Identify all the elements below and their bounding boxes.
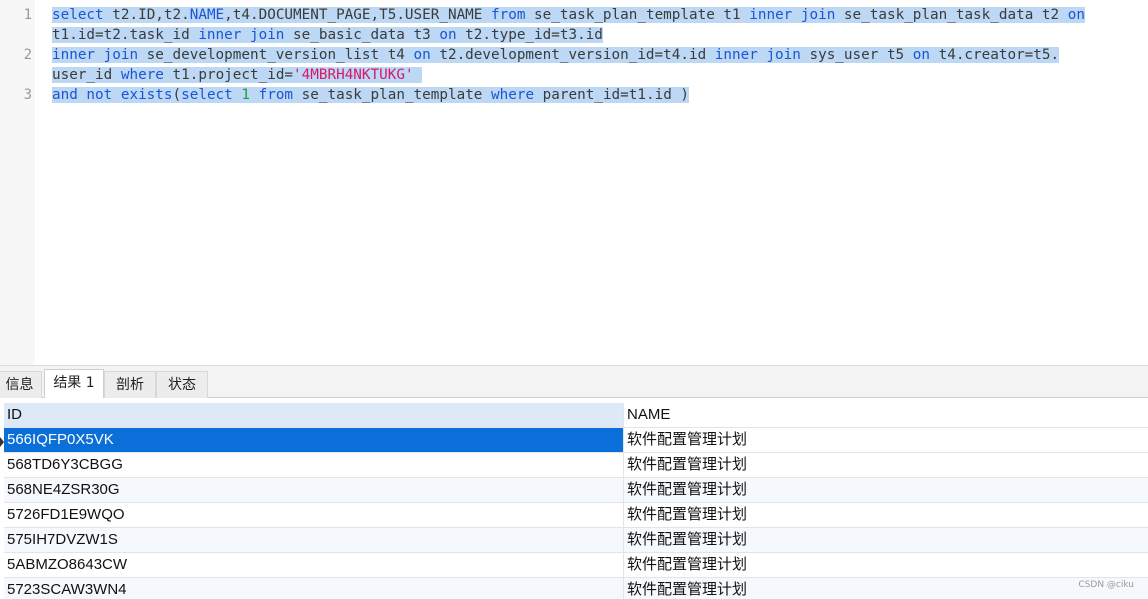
sql-keyword: on (912, 47, 930, 63)
line-number-gutter: 1 2 3 (0, 0, 35, 365)
cell-id[interactable]: 566IQFP0X5VK (4, 428, 624, 452)
table-row[interactable]: 5723SCAW3WN4 软件配置管理计划 (4, 578, 1148, 599)
selected-text: select t2.ID,t2.NAME,t4.DOCUMENT_PAGE,T5… (52, 7, 1085, 23)
cell-id[interactable]: 5723SCAW3WN4 (4, 578, 624, 599)
sql-keyword: where (491, 87, 535, 103)
sql-keyword: NAME (189, 7, 225, 23)
sql-code[interactable]: select t2.ID,t2.NAME,t4.DOCUMENT_PAGE,T5… (52, 5, 1148, 105)
result-grid[interactable]: ID NAME 566IQFP0X5VK 软件配置管理计划 568TD6Y3CB… (0, 398, 1148, 599)
sql-line[interactable]: inner join se_development_version_list t… (52, 45, 1148, 65)
cell-name[interactable]: 软件配置管理计划 (624, 503, 1148, 527)
cell-id[interactable]: 5726FD1E9WQO (4, 503, 624, 527)
cell-id[interactable]: 5ABMZO8643CW (4, 553, 624, 577)
sql-token: ,t4.DOCUMENT_PAGE,T5.USER_NAME (224, 7, 492, 23)
selected-text: user_id where t1.project_id='4MBRH4NKTUK… (52, 67, 423, 83)
selected-text: and not exists(select 1 from se_task_pla… (52, 87, 690, 103)
table-row[interactable]: 566IQFP0X5VK 软件配置管理计划 (4, 428, 1148, 453)
cell-id[interactable]: 568NE4ZSR30G (4, 478, 624, 502)
cell-name[interactable]: 软件配置管理计划 (624, 478, 1148, 502)
cell-id[interactable]: 575IH7DVZW1S (4, 528, 624, 552)
sql-token: t2.type_id=t3.id (456, 27, 603, 43)
table-row[interactable]: 5ABMZO8643CW 软件配置管理计划 (4, 553, 1148, 578)
tab-status[interactable]: 状态 (156, 371, 208, 399)
sql-keyword: where (120, 67, 164, 83)
sql-token: se_basic_data t3 (284, 27, 440, 43)
sql-token: se_task_plan_template t1 (525, 7, 750, 23)
cell-name[interactable]: 软件配置管理计划 (624, 428, 1148, 452)
sql-keyword: inner join (714, 47, 801, 63)
sql-token: se_task_plan_task_data t2 (835, 7, 1068, 23)
cell-name[interactable]: 软件配置管理计划 (624, 553, 1148, 577)
sql-keyword: on (1067, 7, 1085, 23)
sql-keyword: on (413, 47, 431, 63)
sql-keyword: select (52, 7, 104, 23)
sql-line[interactable]: user_id where t1.project_id='4MBRH4NKTUK… (52, 65, 1148, 85)
sql-line[interactable]: and not exists(select 1 from se_task_pla… (52, 85, 1148, 105)
sql-token: se_task_plan_template (293, 87, 492, 103)
tab-profile[interactable]: 剖析 (104, 371, 156, 399)
line-number: 3 (23, 87, 32, 103)
sql-token: t2.ID,t2. (103, 7, 190, 23)
column-header-id[interactable]: ID (4, 403, 624, 427)
table-row[interactable]: 568NE4ZSR30G 软件配置管理计划 (4, 478, 1148, 503)
sql-keyword: from (258, 87, 294, 103)
sql-token: sys_user t5 (800, 47, 913, 63)
sql-token: ( (172, 87, 182, 103)
tab-result-1[interactable]: 结果 1 (44, 369, 104, 399)
sql-string: '4MBRH4NKTUKG' (293, 67, 414, 83)
table-row[interactable]: 575IH7DVZW1S 软件配置管理计划 (4, 528, 1148, 553)
cell-id[interactable]: 568TD6Y3CBGG (4, 453, 624, 477)
table-row[interactable]: 568TD6Y3CBGG 软件配置管理计划 (4, 453, 1148, 478)
sql-token: t4.creator=t5. (930, 47, 1060, 63)
sql-token: user_id (52, 67, 121, 83)
row-cursor-icon (0, 437, 4, 447)
watermark: CSDN @ciku (1078, 580, 1134, 590)
sql-line[interactable]: t1.id=t2.task_id inner join se_basic_dat… (52, 25, 1148, 45)
line-number: 2 (23, 47, 32, 63)
column-header-name[interactable]: NAME (624, 403, 1148, 427)
selected-text: inner join se_development_version_list t… (52, 47, 1060, 63)
sql-line[interactable]: select t2.ID,t2.NAME,t4.DOCUMENT_PAGE,T5… (52, 5, 1148, 25)
sql-keyword: and not exists (52, 87, 173, 103)
result-tab-strip: 信息 结果 1 剖析 状态 (0, 365, 1148, 399)
table-row[interactable]: 5726FD1E9WQO 软件配置管理计划 (4, 503, 1148, 528)
sql-token: parent_id=t1.id ) (534, 87, 690, 103)
sql-number: 1 (241, 87, 250, 103)
selected-text: t1.id=t2.task_id inner join se_basic_dat… (52, 27, 603, 43)
sql-keyword: from (491, 7, 526, 23)
cell-name[interactable]: 软件配置管理计划 (624, 578, 1148, 599)
line-number: 1 (23, 7, 32, 23)
sql-token: se_development_version_list t4 (138, 47, 414, 63)
cell-name[interactable]: 软件配置管理计划 (624, 528, 1148, 552)
sql-keyword: inner join (52, 47, 139, 63)
sql-keyword: inner join (198, 27, 285, 43)
sql-keyword: inner join (749, 7, 836, 23)
sql-keyword: on (439, 27, 457, 43)
tab-info[interactable]: 信息 (0, 371, 42, 399)
sql-token: t1.project_id= (163, 67, 294, 83)
sql-token: t2.development_version_id=t4.id (430, 47, 715, 63)
grid-header-row: ID NAME (4, 403, 1148, 428)
sql-keyword: select (181, 87, 233, 103)
sql-token: t1.id=t2.task_id (52, 27, 199, 43)
cell-name[interactable]: 软件配置管理计划 (624, 453, 1148, 477)
sql-editor[interactable]: 1 2 3 select t2.ID,t2.NAME,t4.DOCUMENT_P… (0, 0, 1148, 365)
